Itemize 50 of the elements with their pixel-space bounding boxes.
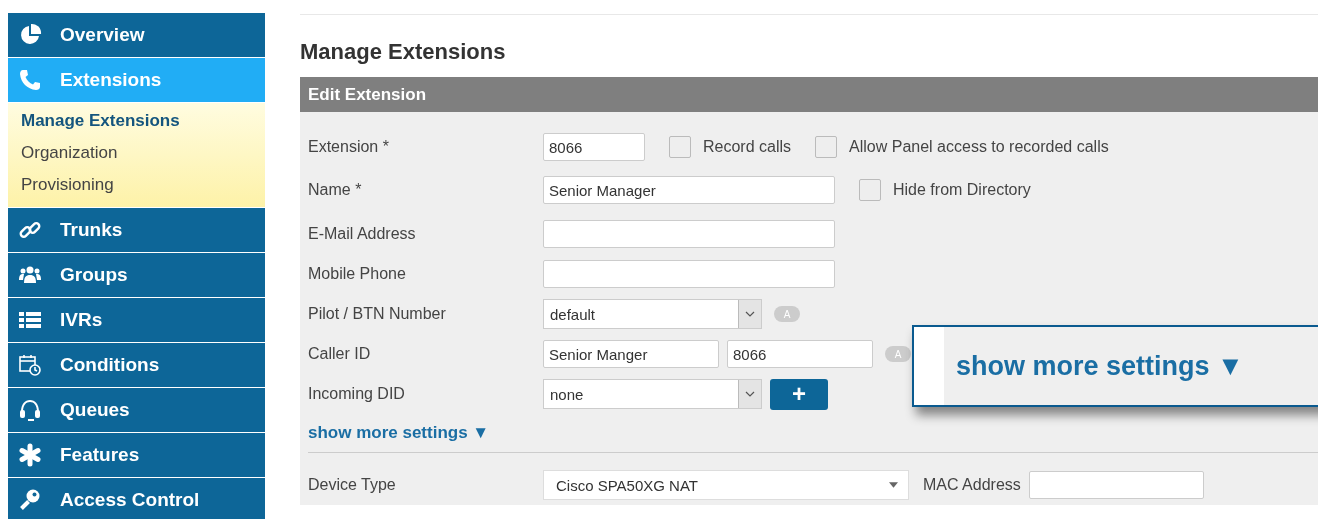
input-field[interactable]: 8066 bbox=[543, 133, 645, 161]
field-label: Incoming DID bbox=[308, 385, 406, 403]
checkbox[interactable] bbox=[815, 136, 838, 158]
field-label: MAC Address bbox=[923, 476, 1021, 494]
nav-item[interactable]: Queues bbox=[8, 388, 265, 432]
field-label: Name * bbox=[308, 181, 363, 199]
checkbox-label: Allow Panel access to recorded calls bbox=[849, 138, 1109, 156]
field-label: Mobile Phone bbox=[308, 265, 407, 283]
submenu-item[interactable]: Provisioning bbox=[21, 173, 265, 205]
input-field[interactable] bbox=[543, 220, 835, 248]
headset-icon bbox=[18, 398, 42, 422]
key-icon bbox=[18, 488, 42, 512]
add-button[interactable]: + bbox=[770, 378, 828, 410]
nav-item[interactable]: Overview bbox=[8, 13, 265, 57]
asterisk-icon bbox=[18, 443, 42, 467]
nav-item[interactable]: Groups bbox=[8, 253, 265, 297]
field-label: Extension * bbox=[308, 138, 390, 156]
input-field[interactable]: Senior Manager bbox=[543, 176, 835, 204]
show-more-link[interactable]: show more settings ▼ bbox=[956, 350, 1244, 382]
field-label: Caller ID bbox=[308, 345, 372, 363]
field-label: E-Mail Address bbox=[308, 225, 417, 243]
input-field[interactable]: Senior Manger bbox=[543, 340, 719, 368]
checkbox-label: Record calls bbox=[703, 138, 792, 156]
pie-chart-icon bbox=[18, 23, 42, 47]
nav-item[interactable]: IVRs bbox=[8, 298, 265, 342]
nav-item[interactable]: Conditions bbox=[8, 343, 265, 387]
checkbox-label: Hide from Directory bbox=[893, 181, 1031, 199]
checkbox[interactable] bbox=[669, 136, 691, 158]
field-label: Pilot / BTN Number bbox=[308, 305, 447, 323]
nav-item[interactable]: Features bbox=[8, 433, 265, 477]
select-field[interactable]: default bbox=[543, 299, 762, 329]
chevron-down-icon bbox=[745, 311, 755, 317]
input-field[interactable] bbox=[1028, 471, 1204, 499]
input-field[interactable] bbox=[543, 260, 835, 288]
chevron-down-icon bbox=[745, 391, 755, 397]
checkbox[interactable] bbox=[859, 179, 881, 201]
select-field[interactable]: none bbox=[543, 379, 762, 409]
submenu-item[interactable]: Organization bbox=[21, 141, 265, 173]
nav-item[interactable]: Trunks bbox=[8, 208, 265, 252]
show-more-link[interactable]: show more settings ▼ bbox=[308, 423, 490, 443]
page-title: Manage Extensions bbox=[300, 39, 507, 65]
nav-item[interactable]: Access Control bbox=[8, 478, 265, 519]
field-label: Device Type bbox=[308, 476, 397, 494]
calendar-clock-icon bbox=[18, 353, 42, 377]
caret-down-icon bbox=[889, 482, 898, 488]
phone-icon bbox=[18, 68, 42, 92]
input-field[interactable]: 8066 bbox=[727, 340, 873, 368]
select-field[interactable]: Cisco SPA50XG NAT bbox=[543, 470, 909, 500]
submenu-item[interactable]: Manage Extensions bbox=[21, 109, 265, 141]
panel-title: Edit Extension bbox=[308, 84, 427, 105]
